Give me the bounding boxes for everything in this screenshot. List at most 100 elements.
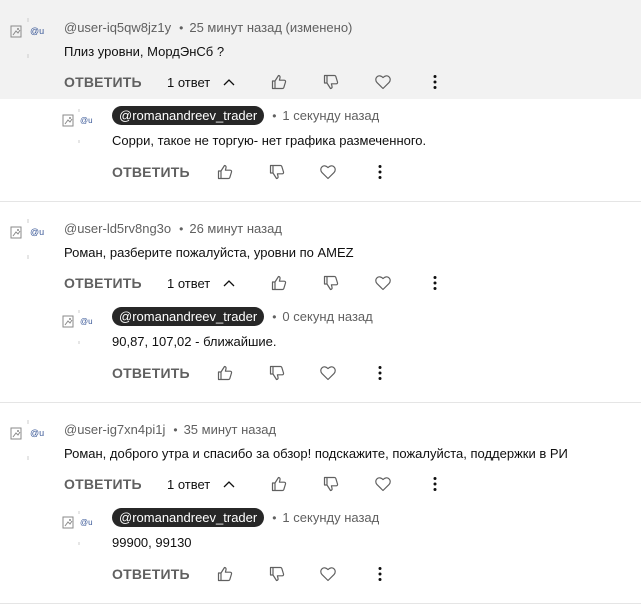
- avatar[interactable]: @u: [10, 219, 50, 259]
- comment-time[interactable]: 26 минут назад: [189, 221, 282, 236]
- comment-text: Роман, разберите пожалуйста, уровни по A…: [64, 245, 354, 260]
- broken-image-icon: @u: [62, 310, 93, 344]
- comment-time[interactable]: 0 секунд назад: [282, 309, 372, 324]
- like-button[interactable]: [216, 565, 234, 583]
- thumbs-down-icon: [323, 275, 339, 291]
- separator-dot: •: [272, 108, 277, 123]
- heart-button[interactable]: [319, 364, 337, 382]
- more-options-button[interactable]: [371, 163, 389, 181]
- dislike-button[interactable]: [268, 565, 286, 583]
- reply-comment: @u @romanandreev_trader • 1 секунду наза…: [0, 501, 641, 601]
- comment-thread: @u @user-iq5qw8jz1y • 25 минут назад (из…: [0, 0, 641, 199]
- more-vertical-icon: [378, 567, 382, 581]
- comment-time[interactable]: 1 секунду назад: [282, 108, 379, 123]
- thread-divider: [0, 402, 641, 403]
- dislike-button[interactable]: [322, 475, 340, 493]
- heart-button[interactable]: [319, 565, 337, 583]
- avatar-label: @u: [80, 518, 93, 527]
- thumbs-down-icon: [269, 164, 285, 180]
- comment-header: @user-ig7xn4pi1j • 35 минут назад: [64, 422, 276, 437]
- avatar[interactable]: @u: [10, 18, 50, 58]
- replies-count: 1 ответ: [167, 74, 211, 90]
- thumbs-up-icon: [217, 566, 233, 582]
- thumbs-up-icon: [217, 164, 233, 180]
- replies-toggle-button[interactable]: 1 ответ: [167, 475, 236, 493]
- more-options-button[interactable]: [371, 364, 389, 382]
- heart-button[interactable]: [374, 475, 392, 493]
- broken-image-icon: @u: [10, 420, 44, 460]
- replies-count: 1 ответ: [167, 275, 211, 291]
- comment-actions: ОТВЕТИТЬ: [112, 364, 641, 382]
- dislike-button[interactable]: [268, 364, 286, 382]
- reply-button[interactable]: ОТВЕТИТЬ: [112, 163, 190, 181]
- heart-icon: [375, 276, 391, 291]
- author-name[interactable]: @user-iq5qw8jz1y: [64, 20, 171, 35]
- author-name[interactable]: @user-ld5rv8ng3o: [64, 221, 171, 236]
- heart-icon: [320, 567, 336, 582]
- replies-toggle-button[interactable]: 1 ответ: [167, 73, 236, 91]
- separator-dot: •: [179, 20, 184, 35]
- more-vertical-icon: [378, 165, 382, 179]
- channel-owner-badge[interactable]: @romanandreev_trader: [112, 106, 265, 125]
- more-vertical-icon: [378, 366, 382, 380]
- like-button[interactable]: [216, 364, 234, 382]
- reply-button[interactable]: ОТВЕТИТЬ: [64, 274, 142, 292]
- heart-button[interactable]: [374, 274, 392, 292]
- comment-header: @romanandreev_trader • 1 секунду назад: [112, 106, 379, 125]
- avatar-label: @u: [80, 317, 93, 326]
- avatar-label: @u: [30, 26, 44, 36]
- comment-header: @romanandreev_trader • 0 секунд назад: [112, 307, 373, 326]
- separator-dot: •: [179, 221, 184, 236]
- comment-header: @user-ld5rv8ng3o • 26 минут назад: [64, 221, 282, 236]
- dislike-button[interactable]: [268, 163, 286, 181]
- more-options-button[interactable]: [426, 274, 444, 292]
- broken-image-icon: @u: [62, 511, 93, 545]
- comment: @u @user-ld5rv8ng3o • 26 минут назад Ром…: [0, 201, 641, 300]
- broken-image-icon: @u: [10, 18, 44, 58]
- heart-button[interactable]: [374, 73, 392, 91]
- channel-owner-badge[interactable]: @romanandreev_trader: [112, 307, 265, 326]
- thumbs-down-icon: [323, 74, 339, 90]
- reply-comment: @u @romanandreev_trader • 0 секунд назад…: [0, 300, 641, 400]
- channel-owner-badge[interactable]: @romanandreev_trader: [112, 508, 265, 527]
- reply-button[interactable]: ОТВЕТИТЬ: [64, 475, 142, 493]
- comment-header: @user-iq5qw8jz1y • 25 минут назад (измен…: [64, 20, 352, 35]
- comment-time[interactable]: 25 минут назад (изменено): [189, 20, 352, 35]
- dislike-button[interactable]: [322, 73, 340, 91]
- comment-time[interactable]: 35 минут назад: [184, 422, 277, 437]
- heart-icon: [375, 75, 391, 90]
- dislike-button[interactable]: [322, 274, 340, 292]
- thumbs-down-icon: [323, 476, 339, 492]
- more-options-button[interactable]: [371, 565, 389, 583]
- avatar[interactable]: @u: [62, 310, 96, 344]
- avatar[interactable]: @u: [62, 109, 96, 143]
- heart-button[interactable]: [319, 163, 337, 181]
- more-vertical-icon: [433, 75, 437, 89]
- reply-button[interactable]: ОТВЕТИТЬ: [112, 565, 190, 583]
- more-options-button[interactable]: [426, 475, 444, 493]
- heart-icon: [320, 366, 336, 381]
- more-vertical-icon: [433, 276, 437, 290]
- thumbs-down-icon: [269, 365, 285, 381]
- reply-comment: @u @romanandreev_trader • 1 секунду наза…: [0, 99, 641, 199]
- avatar[interactable]: @u: [62, 511, 96, 545]
- like-button[interactable]: [216, 163, 234, 181]
- like-button[interactable]: [270, 73, 288, 91]
- reply-button[interactable]: ОТВЕТИТЬ: [64, 73, 142, 91]
- thumbs-up-icon: [271, 74, 287, 90]
- reply-button[interactable]: ОТВЕТИТЬ: [112, 364, 190, 382]
- avatar[interactable]: @u: [10, 420, 50, 460]
- comment-actions: ОТВЕТИТЬ 1 ответ: [64, 274, 634, 292]
- comment-text: 90,87, 107,02 - ближайшие.: [112, 334, 277, 349]
- replies-toggle-button[interactable]: 1 ответ: [167, 274, 236, 292]
- like-button[interactable]: [270, 274, 288, 292]
- comment-text: Плиз уровни, МордЭнСб ?: [64, 44, 225, 59]
- more-options-button[interactable]: [426, 73, 444, 91]
- avatar-label: @u: [30, 428, 44, 438]
- separator-dot: •: [272, 309, 277, 324]
- author-name[interactable]: @user-ig7xn4pi1j: [64, 422, 165, 437]
- like-button[interactable]: [270, 475, 288, 493]
- comment-time[interactable]: 1 секунду назад: [282, 510, 379, 525]
- comment-text: Роман, доброго утра и спасибо за обзор! …: [64, 446, 568, 461]
- comment-actions: ОТВЕТИТЬ: [112, 565, 641, 583]
